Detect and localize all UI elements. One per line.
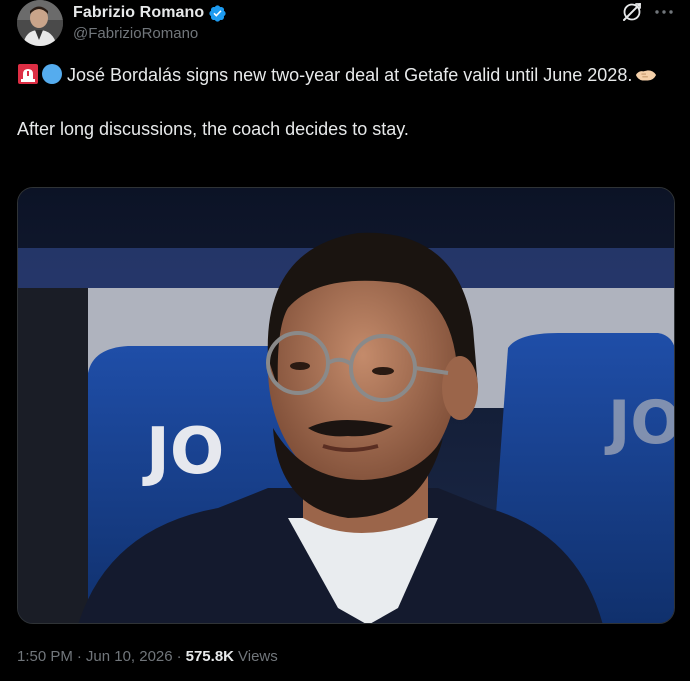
- meta-separator: ·: [176, 647, 182, 665]
- tweet-text-line-2: After long discussions, the coach decide…: [17, 119, 409, 139]
- photo-coach-bench: JO JO: [18, 188, 675, 623]
- handshake-emoji-icon: [636, 70, 657, 81]
- avatar-image: [17, 0, 63, 46]
- views-label[interactable]: Views: [238, 648, 278, 665]
- grok-icon-glyph: [623, 3, 641, 21]
- rotating-light-emoji-icon: [18, 64, 38, 84]
- author-handle[interactable]: @FabrizioRomano: [73, 25, 198, 42]
- author-name-row[interactable]: Fabrizio Romano: [73, 2, 227, 24]
- author-display-name[interactable]: Fabrizio Romano: [73, 4, 204, 22]
- tweet-meta: 1:50 PM · Jun 10, 2026 · 575.8K Views: [17, 645, 278, 667]
- blue-circle-emoji-icon: [42, 64, 62, 84]
- views-count[interactable]: 575.8K: [186, 648, 234, 665]
- seat-logo-text-right: JO: [604, 388, 675, 458]
- tweet-media-image[interactable]: JO JO: [17, 187, 675, 624]
- tweet: Fabrizio Romano @FabrizioRomano José Bor…: [0, 0, 690, 681]
- tweet-text-line-1: José Bordalás signs new two-year deal at…: [17, 62, 677, 89]
- tweet-time[interactable]: 1:50 PM: [17, 648, 73, 665]
- verified-badge-icon: [209, 4, 226, 22]
- avatar[interactable]: [17, 0, 63, 46]
- tweet-body-text: José Bordalás signs new two-year deal at…: [67, 65, 633, 85]
- more-options-icon[interactable]: [652, 0, 676, 24]
- meta-separator: ·: [76, 647, 82, 665]
- ellipsis-icon: [655, 10, 673, 14]
- seat-logo-text-left: JO: [142, 415, 224, 489]
- tweet-text: José Bordalás signs new two-year deal at…: [17, 62, 677, 143]
- grok-icon[interactable]: [620, 0, 644, 24]
- tweet-date[interactable]: Jun 10, 2026: [86, 648, 173, 665]
